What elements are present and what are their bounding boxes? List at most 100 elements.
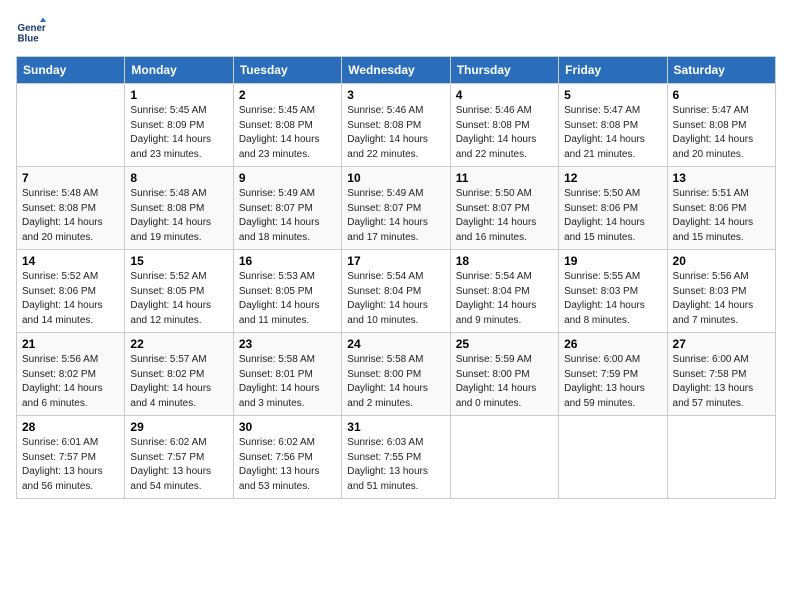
- day-info: Sunrise: 5:56 AM Sunset: 8:02 PM Dayligh…: [22, 353, 119, 411]
- calendar-cell: 12 Sunrise: 5:50 AM Sunset: 8:06 PM Dayli…: [559, 167, 667, 250]
- calendar-cell: 5 Sunrise: 5:47 AM Sunset: 8:08 PM Daylig…: [559, 84, 667, 167]
- calendar-cell: 25 Sunrise: 5:59 AM Sunset: 8:00 PM Dayli…: [450, 333, 558, 416]
- logo: General Blue: [16, 16, 46, 46]
- day-info: Sunrise: 6:02 AM Sunset: 7:57 PM Dayligh…: [130, 436, 227, 494]
- calendar-cell: 22 Sunrise: 5:57 AM Sunset: 8:02 PM Dayli…: [125, 333, 233, 416]
- weekday-header: Sunday: [17, 57, 125, 84]
- weekday-header: Saturday: [667, 57, 775, 84]
- day-info: Sunrise: 5:48 AM Sunset: 8:08 PM Dayligh…: [22, 187, 119, 245]
- calendar-cell: 18 Sunrise: 5:54 AM Sunset: 8:04 PM Dayli…: [450, 250, 558, 333]
- day-number: 21: [22, 337, 119, 351]
- day-info: Sunrise: 5:57 AM Sunset: 8:02 PM Dayligh…: [130, 353, 227, 411]
- calendar-cell: 7Sunrise: 5:48 AM Sunset: 8:08 PM Daylig…: [17, 167, 125, 250]
- calendar-cell: [667, 416, 775, 499]
- calendar-week-row: 7Sunrise: 5:48 AM Sunset: 8:08 PM Daylig…: [17, 167, 776, 250]
- weekday-header: Friday: [559, 57, 667, 84]
- day-number: 8: [130, 171, 227, 185]
- day-info: Sunrise: 5:45 AM Sunset: 8:09 PM Dayligh…: [130, 104, 227, 162]
- day-info: Sunrise: 5:58 AM Sunset: 8:01 PM Dayligh…: [239, 353, 336, 411]
- day-info: Sunrise: 6:01 AM Sunset: 7:57 PM Dayligh…: [22, 436, 119, 494]
- calendar-cell: 11 Sunrise: 5:50 AM Sunset: 8:07 PM Dayli…: [450, 167, 558, 250]
- weekday-header: Monday: [125, 57, 233, 84]
- day-number: 24: [347, 337, 444, 351]
- day-info: Sunrise: 5:48 AM Sunset: 8:08 PM Dayligh…: [130, 187, 227, 245]
- calendar-cell: 14 Sunrise: 5:52 AM Sunset: 8:06 PM Dayli…: [17, 250, 125, 333]
- day-info: Sunrise: 5:51 AM Sunset: 8:06 PM Dayligh…: [673, 187, 770, 245]
- day-info: Sunrise: 5:49 AM Sunset: 8:07 PM Dayligh…: [347, 187, 444, 245]
- calendar-cell: [559, 416, 667, 499]
- day-info: Sunrise: 6:00 AM Sunset: 7:58 PM Dayligh…: [673, 353, 770, 411]
- svg-text:Blue: Blue: [18, 34, 40, 45]
- day-number: 20: [673, 254, 770, 268]
- day-number: 1: [130, 88, 227, 102]
- day-number: 10: [347, 171, 444, 185]
- day-number: 23: [239, 337, 336, 351]
- day-number: 19: [564, 254, 661, 268]
- weekday-header: Wednesday: [342, 57, 450, 84]
- page-header: General Blue: [16, 16, 776, 46]
- calendar-cell: 16 Sunrise: 5:53 AM Sunset: 8:05 PM Dayli…: [233, 250, 341, 333]
- day-number: 27: [673, 337, 770, 351]
- day-number: 3: [347, 88, 444, 102]
- calendar-cell: 17 Sunrise: 5:54 AM Sunset: 8:04 PM Dayli…: [342, 250, 450, 333]
- calendar-cell: [450, 416, 558, 499]
- day-number: 30: [239, 420, 336, 434]
- day-number: 11: [456, 171, 553, 185]
- day-info: Sunrise: 5:56 AM Sunset: 8:03 PM Dayligh…: [673, 270, 770, 328]
- day-info: Sunrise: 5:49 AM Sunset: 8:07 PM Dayligh…: [239, 187, 336, 245]
- day-info: Sunrise: 6:00 AM Sunset: 7:59 PM Dayligh…: [564, 353, 661, 411]
- day-number: 9: [239, 171, 336, 185]
- weekday-header: Thursday: [450, 57, 558, 84]
- day-info: Sunrise: 5:50 AM Sunset: 8:06 PM Dayligh…: [564, 187, 661, 245]
- day-info: Sunrise: 5:54 AM Sunset: 8:04 PM Dayligh…: [347, 270, 444, 328]
- calendar-week-row: 28 Sunrise: 6:01 AM Sunset: 7:57 PM Dayli…: [17, 416, 776, 499]
- day-number: 5: [564, 88, 661, 102]
- logo-icon: General Blue: [16, 16, 46, 46]
- calendar-cell: 19 Sunrise: 5:55 AM Sunset: 8:03 PM Dayli…: [559, 250, 667, 333]
- day-info: Sunrise: 5:46 AM Sunset: 8:08 PM Dayligh…: [456, 104, 553, 162]
- calendar-cell: 21 Sunrise: 5:56 AM Sunset: 8:02 PM Dayli…: [17, 333, 125, 416]
- calendar-cell: 2 Sunrise: 5:45 AM Sunset: 8:08 PM Daylig…: [233, 84, 341, 167]
- calendar-cell: 3Sunrise: 5:46 AM Sunset: 8:08 PM Daylig…: [342, 84, 450, 167]
- calendar-week-row: 14 Sunrise: 5:52 AM Sunset: 8:06 PM Dayli…: [17, 250, 776, 333]
- day-number: 16: [239, 254, 336, 268]
- day-info: Sunrise: 6:02 AM Sunset: 7:56 PM Dayligh…: [239, 436, 336, 494]
- day-info: Sunrise: 5:47 AM Sunset: 8:08 PM Dayligh…: [673, 104, 770, 162]
- weekday-header: Tuesday: [233, 57, 341, 84]
- calendar-cell: 6Sunrise: 5:47 AM Sunset: 8:08 PM Daylig…: [667, 84, 775, 167]
- day-number: 14: [22, 254, 119, 268]
- day-number: 31: [347, 420, 444, 434]
- calendar-week-row: 21 Sunrise: 5:56 AM Sunset: 8:02 PM Dayli…: [17, 333, 776, 416]
- day-info: Sunrise: 5:58 AM Sunset: 8:00 PM Dayligh…: [347, 353, 444, 411]
- day-number: 17: [347, 254, 444, 268]
- day-number: 25: [456, 337, 553, 351]
- day-number: 12: [564, 171, 661, 185]
- day-number: 18: [456, 254, 553, 268]
- day-info: Sunrise: 5:53 AM Sunset: 8:05 PM Dayligh…: [239, 270, 336, 328]
- day-info: Sunrise: 5:55 AM Sunset: 8:03 PM Dayligh…: [564, 270, 661, 328]
- calendar-cell: 10 Sunrise: 5:49 AM Sunset: 8:07 PM Dayli…: [342, 167, 450, 250]
- calendar-cell: 28 Sunrise: 6:01 AM Sunset: 7:57 PM Dayli…: [17, 416, 125, 499]
- calendar-cell: 27 Sunrise: 6:00 AM Sunset: 7:58 PM Dayli…: [667, 333, 775, 416]
- weekday-header-row: SundayMondayTuesdayWednesdayThursdayFrid…: [17, 57, 776, 84]
- day-info: Sunrise: 5:54 AM Sunset: 8:04 PM Dayligh…: [456, 270, 553, 328]
- day-info: Sunrise: 5:59 AM Sunset: 8:00 PM Dayligh…: [456, 353, 553, 411]
- day-number: 22: [130, 337, 227, 351]
- day-info: Sunrise: 5:47 AM Sunset: 8:08 PM Dayligh…: [564, 104, 661, 162]
- calendar-cell: [17, 84, 125, 167]
- calendar-cell: 23 Sunrise: 5:58 AM Sunset: 8:01 PM Dayli…: [233, 333, 341, 416]
- calendar-cell: 9 Sunrise: 5:49 AM Sunset: 8:07 PM Daylig…: [233, 167, 341, 250]
- day-number: 28: [22, 420, 119, 434]
- calendar-week-row: 1 Sunrise: 5:45 AM Sunset: 8:09 PM Daylig…: [17, 84, 776, 167]
- day-info: Sunrise: 5:52 AM Sunset: 8:06 PM Dayligh…: [22, 270, 119, 328]
- calendar-cell: 30 Sunrise: 6:02 AM Sunset: 7:56 PM Dayli…: [233, 416, 341, 499]
- day-info: Sunrise: 5:50 AM Sunset: 8:07 PM Dayligh…: [456, 187, 553, 245]
- day-number: 2: [239, 88, 336, 102]
- calendar-cell: 24 Sunrise: 5:58 AM Sunset: 8:00 PM Dayli…: [342, 333, 450, 416]
- day-number: 26: [564, 337, 661, 351]
- day-info: Sunrise: 5:45 AM Sunset: 8:08 PM Dayligh…: [239, 104, 336, 162]
- calendar-table: SundayMondayTuesdayWednesdayThursdayFrid…: [16, 56, 776, 499]
- day-number: 15: [130, 254, 227, 268]
- day-info: Sunrise: 6:03 AM Sunset: 7:55 PM Dayligh…: [347, 436, 444, 494]
- day-number: 13: [673, 171, 770, 185]
